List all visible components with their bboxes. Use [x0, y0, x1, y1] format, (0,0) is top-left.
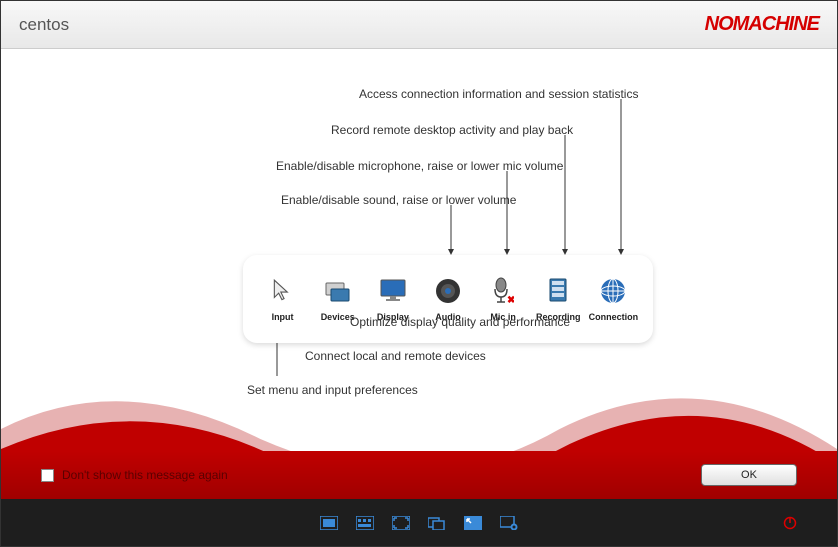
microphone-icon: ✖: [488, 276, 518, 306]
monitor-icon: [378, 276, 408, 306]
speaker-icon: [433, 276, 463, 306]
app-window: centos NOMACHINE Access connection infor…: [0, 0, 838, 547]
taskbar: [1, 499, 837, 547]
annotation-recording: Record remote desktop activity and play …: [331, 123, 573, 137]
power-icon[interactable]: [783, 516, 797, 530]
titlebar: centos NOMACHINE: [1, 1, 837, 49]
tool-label: Input: [272, 312, 294, 322]
annotation-connection: Access connection information and sessio…: [359, 87, 638, 101]
devices-icon: [323, 276, 353, 306]
annotation-micin: Enable/disable microphone, raise or lowe…: [276, 159, 563, 173]
tool-connection[interactable]: Connection: [588, 276, 638, 322]
content-area: Access connection information and sessio…: [1, 49, 837, 499]
brand-logo: NOMACHINE: [705, 13, 819, 36]
taskbar-fullscreen-icon[interactable]: [392, 516, 410, 530]
taskbar-fit-icon[interactable]: [464, 516, 482, 530]
globe-icon: [598, 276, 628, 306]
recording-icon: [543, 276, 573, 306]
svg-text:✖: ✖: [507, 295, 514, 305]
tool-label: Connection: [589, 312, 639, 322]
taskbar-screen-icon[interactable]: [320, 516, 338, 530]
cursor-icon: [268, 276, 298, 306]
taskbar-windows-icon[interactable]: [428, 516, 446, 530]
taskbar-settings-icon[interactable]: [500, 516, 518, 530]
annotation-audio: Enable/disable sound, raise or lower vol…: [281, 193, 516, 207]
annotation-display: Optimize display quality and performance: [350, 315, 570, 329]
annotation-input: Set menu and input preferences: [247, 383, 418, 397]
tool-input[interactable]: Input: [258, 276, 308, 322]
window-title: centos: [19, 15, 69, 35]
toolbar-panel: Input Devices Display Audio: [243, 255, 653, 343]
annotation-devices: Connect local and remote devices: [305, 349, 486, 363]
taskbar-keyboard-icon[interactable]: [356, 516, 374, 530]
